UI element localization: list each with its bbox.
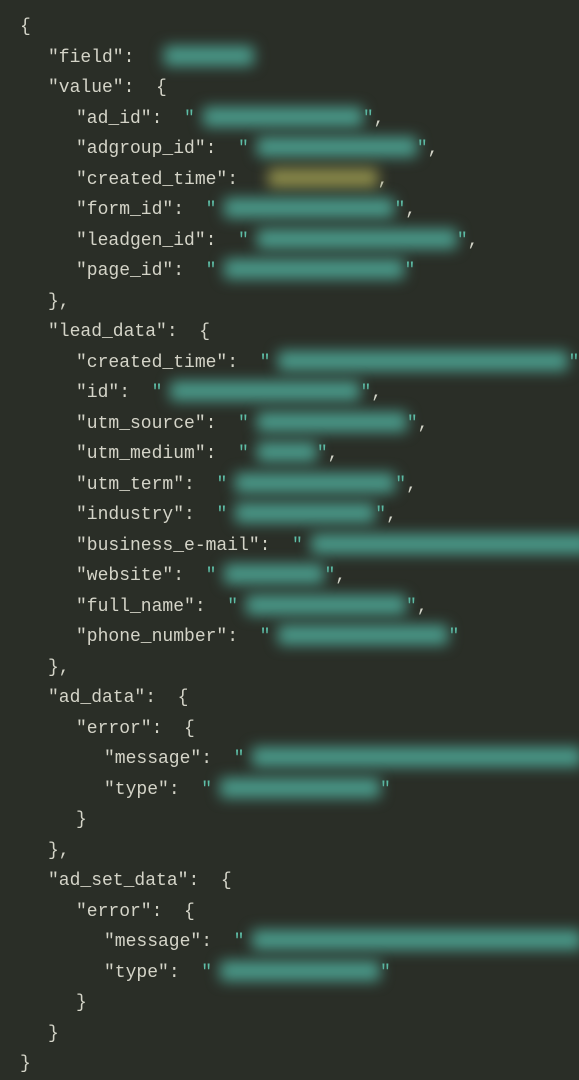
json-key: "field" bbox=[48, 48, 124, 68]
redacted-value bbox=[252, 747, 579, 767]
json-key: "utm_source" bbox=[76, 414, 206, 434]
code-line: "utm_term": "", bbox=[20, 470, 559, 501]
brace-open: { bbox=[184, 902, 195, 922]
brace-open: { bbox=[184, 719, 195, 739]
code-line: "field": bbox=[20, 43, 559, 74]
code-line: "message": "", bbox=[20, 927, 559, 958]
code-line: } bbox=[20, 1019, 559, 1050]
code-line: { bbox=[20, 12, 559, 43]
code-line: "value": { bbox=[20, 73, 559, 104]
redacted-value bbox=[311, 534, 579, 554]
code-line: "error": { bbox=[20, 897, 559, 928]
brace: }, bbox=[48, 292, 70, 312]
brace: }, bbox=[48, 841, 70, 861]
brace: } bbox=[48, 1024, 59, 1044]
code-line: "ad_data": { bbox=[20, 683, 559, 714]
code-line: "created_time": , bbox=[20, 165, 559, 196]
json-key: "industry" bbox=[76, 505, 184, 525]
code-line: "website": "", bbox=[20, 561, 559, 592]
code-line: "ad_id": "", bbox=[20, 104, 559, 135]
redacted-value bbox=[252, 930, 579, 950]
code-line: "form_id": "", bbox=[20, 195, 559, 226]
json-key: "type" bbox=[104, 780, 169, 800]
brace-open: { bbox=[199, 322, 210, 342]
code-line: } bbox=[20, 1049, 559, 1080]
brace-open: { bbox=[178, 688, 189, 708]
code-line: "type": "" bbox=[20, 958, 559, 989]
code-line: "message": "", bbox=[20, 744, 559, 775]
code-line: "id": "", bbox=[20, 378, 559, 409]
redacted-value bbox=[257, 229, 457, 249]
json-key: "form_id" bbox=[76, 200, 173, 220]
json-key: "full_name" bbox=[76, 597, 195, 617]
code-line: "lead_data": { bbox=[20, 317, 559, 348]
redacted-value bbox=[220, 778, 380, 798]
redacted-value bbox=[170, 381, 360, 401]
code-line: "utm_medium": "", bbox=[20, 439, 559, 470]
redacted-value bbox=[257, 442, 317, 462]
code-line: } bbox=[20, 988, 559, 1019]
redacted-value bbox=[164, 46, 254, 66]
brace: } bbox=[76, 810, 87, 830]
json-key: "message" bbox=[104, 932, 201, 952]
code-line: "page_id": "" bbox=[20, 256, 559, 287]
json-key: "ad_id" bbox=[76, 109, 152, 129]
code-line: "utm_source": "", bbox=[20, 409, 559, 440]
json-key: "message" bbox=[104, 749, 201, 769]
code-line: "type": "" bbox=[20, 775, 559, 806]
redacted-value bbox=[203, 107, 363, 127]
code-line: }, bbox=[20, 287, 559, 318]
json-key: "utm_term" bbox=[76, 475, 184, 495]
code-line: }, bbox=[20, 653, 559, 684]
json-key: "lead_data" bbox=[48, 322, 167, 342]
redacted-value bbox=[220, 961, 380, 981]
code-line: }, bbox=[20, 836, 559, 867]
json-key: "business_e-mail" bbox=[76, 536, 260, 556]
redacted-value bbox=[235, 473, 395, 493]
json-key: "type" bbox=[104, 963, 169, 983]
json-key: "page_id" bbox=[76, 261, 173, 281]
redacted-value bbox=[224, 259, 404, 279]
redacted-value bbox=[257, 137, 417, 157]
json-key: "value" bbox=[48, 78, 124, 98]
redacted-value bbox=[268, 168, 378, 188]
json-key: "ad_data" bbox=[48, 688, 145, 708]
code-line: "full_name": "", bbox=[20, 592, 559, 623]
redacted-value bbox=[235, 503, 375, 523]
code-line: "created_time": "", bbox=[20, 348, 559, 379]
redacted-value bbox=[224, 198, 394, 218]
brace: } bbox=[20, 1054, 31, 1074]
brace: }, bbox=[48, 658, 70, 678]
json-key: "error" bbox=[76, 719, 152, 739]
json-key: "adgroup_id" bbox=[76, 139, 206, 159]
json-key: "error" bbox=[76, 902, 152, 922]
brace-open: { bbox=[221, 871, 232, 891]
redacted-value bbox=[224, 564, 324, 584]
brace-open: { bbox=[156, 78, 167, 98]
code-line: "phone_number": "" bbox=[20, 622, 559, 653]
redacted-value bbox=[257, 412, 407, 432]
json-key: "website" bbox=[76, 566, 173, 586]
code-line: "industry": "", bbox=[20, 500, 559, 531]
json-code-block: {"field": "value": {"ad_id": "","adgroup… bbox=[20, 12, 559, 1080]
code-line: } bbox=[20, 805, 559, 836]
json-key: "created_time" bbox=[76, 353, 227, 373]
code-line: "leadgen_id": "", bbox=[20, 226, 559, 257]
redacted-value bbox=[278, 625, 448, 645]
json-key: "ad_set_data" bbox=[48, 871, 188, 891]
code-line: "error": { bbox=[20, 714, 559, 745]
json-key: "phone_number" bbox=[76, 627, 227, 647]
json-key: "created_time" bbox=[76, 170, 227, 190]
json-key: "id" bbox=[76, 383, 119, 403]
redacted-value bbox=[278, 351, 568, 371]
json-key: "leadgen_id" bbox=[76, 231, 206, 251]
code-line: "business_e-mail": "", bbox=[20, 531, 559, 562]
json-key: "utm_medium" bbox=[76, 444, 206, 464]
code-line: "ad_set_data": { bbox=[20, 866, 559, 897]
code-line: "adgroup_id": "", bbox=[20, 134, 559, 165]
redacted-value bbox=[246, 595, 406, 615]
brace: } bbox=[76, 993, 87, 1013]
brace: { bbox=[20, 17, 31, 37]
